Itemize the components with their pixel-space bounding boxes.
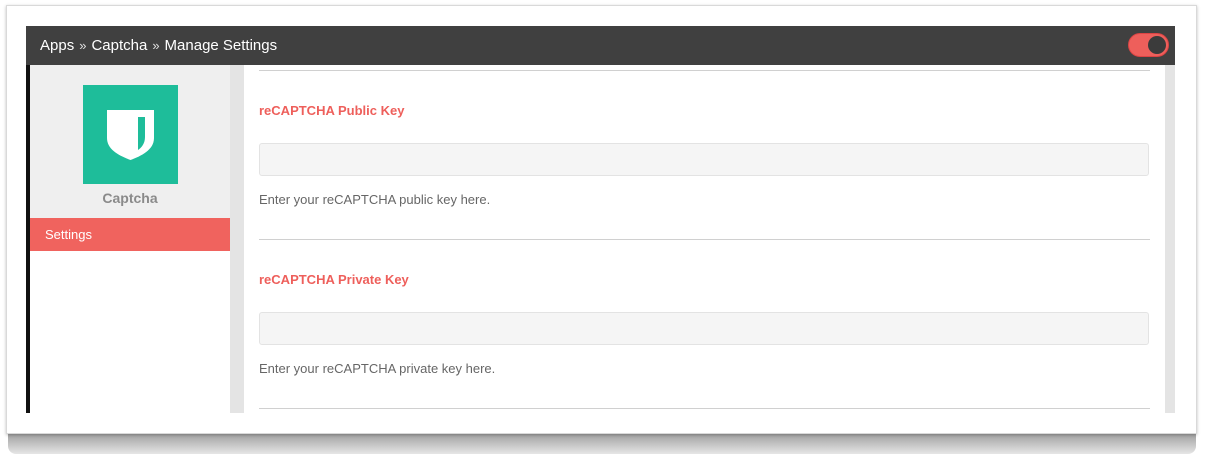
private-key-input[interactable] (259, 312, 1149, 345)
settings-panel: reCAPTCHA Public Key Enter your reCAPTCH… (244, 65, 1165, 413)
top-bar: Apps » Captcha » Manage Settings (26, 26, 1175, 65)
divider (259, 408, 1150, 409)
breadcrumb-separator-icon: » (152, 38, 160, 53)
private-key-label: reCAPTCHA Private Key (259, 272, 409, 287)
breadcrumb-separator-icon: » (79, 38, 87, 53)
toggle-knob (1148, 36, 1166, 54)
divider (259, 239, 1150, 240)
app-name: Captcha (102, 190, 158, 206)
sidebar-item-settings[interactable]: Settings (30, 218, 230, 251)
private-key-help: Enter your reCAPTCHA private key here. (259, 361, 496, 376)
public-key-input[interactable] (259, 143, 1149, 176)
breadcrumb: Apps » Captcha » Manage Settings (40, 26, 277, 65)
shield-icon (107, 110, 154, 160)
sidebar: Captcha Settings (30, 65, 230, 413)
divider (259, 70, 1150, 71)
breadcrumb-captcha[interactable]: Captcha (91, 37, 147, 54)
app-window: Apps » Captcha » Manage Settings Captcha… (26, 26, 1175, 413)
sidebar-gutter (230, 65, 244, 413)
app-logo (83, 85, 178, 184)
breadcrumb-manage-settings: Manage Settings (164, 37, 278, 54)
scroll-gutter (1165, 65, 1175, 413)
breadcrumb-apps[interactable]: Apps (40, 37, 74, 54)
public-key-help: Enter your reCAPTCHA public key here. (259, 192, 491, 207)
window-shadow (8, 432, 1196, 454)
app-enabled-toggle[interactable] (1128, 33, 1169, 57)
public-key-label: reCAPTCHA Public Key (259, 103, 405, 118)
app-header: Captcha (30, 65, 230, 218)
